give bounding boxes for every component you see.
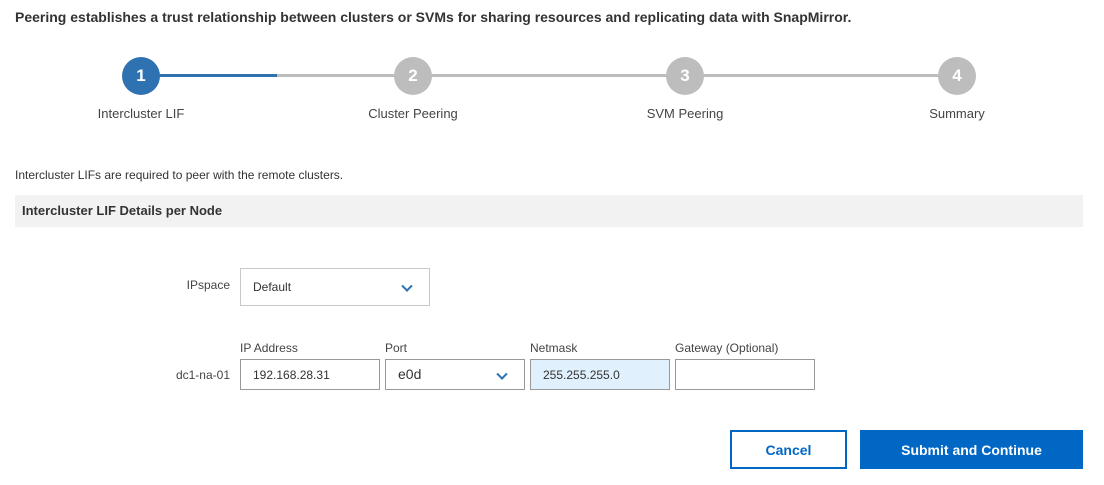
ip-address-header: IP Address (240, 341, 298, 355)
step-1-label: Intercluster LIF (97, 106, 185, 121)
port-header: Port (385, 341, 408, 355)
section-header-title: Intercluster LIF Details per Node (22, 203, 223, 218)
node-name: dc1-na-01 (175, 368, 230, 382)
netmask-value: 255.255.255.0 (543, 367, 620, 382)
submit-and-continue-button[interactable]: Submit and Continue (860, 430, 1083, 469)
cancel-button[interactable]: Cancel (730, 430, 847, 469)
gateway-input[interactable] (675, 359, 815, 390)
step-4-circle: 4 (938, 57, 976, 95)
ip-address-input[interactable]: 192.168.28.31 (240, 359, 380, 390)
section-header: Intercluster LIF Details per Node (15, 195, 1083, 227)
step-4-label: Summary (929, 106, 985, 121)
port-select[interactable]: e0d (385, 359, 525, 390)
ipspace-label: IPspace (186, 278, 230, 292)
step-2-circle: 2 (394, 57, 432, 95)
step-1-circle: 1 (122, 57, 160, 95)
chevron-down-icon (496, 368, 508, 380)
netmask-input[interactable]: 255.255.255.0 (530, 359, 670, 390)
step-3-circle: 3 (666, 57, 704, 95)
chevron-down-icon (401, 280, 413, 292)
intro-text: Peering establishes a trust relationship… (15, 9, 852, 25)
subtitle: Intercluster LIFs are required to peer w… (15, 168, 344, 182)
ipspace-value: Default (253, 280, 292, 294)
gateway-header: Gateway (Optional) (675, 341, 779, 355)
stepper-progress (141, 74, 277, 77)
ipspace-select[interactable]: Default (240, 268, 430, 306)
ip-address-value: 192.168.28.31 (253, 367, 330, 382)
step-3-label: SVM Peering (646, 106, 724, 121)
port-value: e0d (398, 366, 422, 382)
netmask-header: Netmask (530, 341, 578, 355)
step-2-label: Cluster Peering (368, 106, 458, 121)
